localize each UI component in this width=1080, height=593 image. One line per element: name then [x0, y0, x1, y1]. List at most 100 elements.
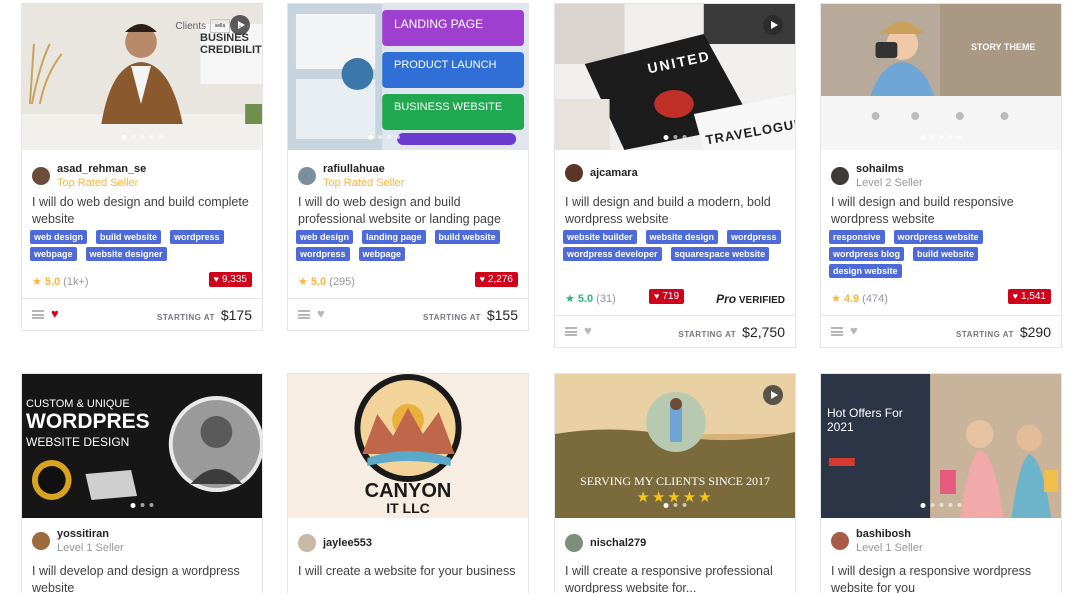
seller-name[interactable]: rafiullahuae	[323, 162, 404, 176]
menu-icon[interactable]	[831, 327, 843, 336]
gig-title[interactable]: I will develop and design a wordpress we…	[32, 563, 252, 593]
gig-thumbnail[interactable]: SERVING MY CLIENTS SINCE 2017 ★★★★★	[555, 374, 795, 518]
seller-name[interactable]: bashibosh	[856, 527, 923, 541]
gig-thumbnail[interactable]: UNITED TRAVELOGUE	[555, 4, 795, 150]
gig-title[interactable]: I will create a website for your busines…	[298, 563, 518, 580]
tag[interactable]: website designer	[85, 247, 167, 261]
avatar[interactable]	[565, 164, 583, 182]
seller-info[interactable]: asad_rehman_se Top Rated Seller	[32, 162, 146, 190]
gig-title[interactable]: I will create a responsive professional …	[565, 563, 785, 593]
play-icon[interactable]	[763, 385, 783, 405]
gig-thumbnail[interactable]: CANYON IT LLC	[288, 374, 528, 518]
starting-price[interactable]: STARTING AT $175	[157, 307, 252, 323]
menu-icon[interactable]	[565, 327, 577, 336]
carousel-dots[interactable]	[368, 135, 400, 140]
card-footer: ♥ STARTING AT $175	[22, 298, 262, 330]
client-logo[interactable]: sella	[210, 19, 230, 33]
avatar[interactable]	[32, 532, 50, 550]
tag[interactable]: build website	[434, 230, 500, 244]
seller-name[interactable]: asad_rehman_se	[57, 162, 146, 176]
rating: ★ 5.0 (31)	[565, 292, 616, 306]
avatar[interactable]	[831, 167, 849, 185]
tag[interactable]: build website	[96, 230, 162, 244]
seller-info[interactable]: yossitiran Level 1 Seller	[32, 527, 124, 555]
seller-info[interactable]: ajcamara	[565, 164, 638, 182]
gig-card[interactable]: BUSINES CREDIBILIT asad_rehman_se Top Ra…	[21, 3, 263, 331]
gig-card[interactable]: SERVING MY CLIENTS SINCE 2017 ★★★★★ nisc…	[554, 373, 796, 593]
carousel-dots[interactable]	[920, 503, 962, 508]
tag[interactable]: squarespace website	[670, 247, 770, 261]
avatar[interactable]	[298, 534, 316, 552]
seller-info[interactable]: sohailms Level 2 Seller	[831, 162, 923, 190]
tag[interactable]: wordpress	[296, 247, 350, 261]
gig-card[interactable]: UNITED TRAVELOGUE ajcamara I will design…	[554, 3, 796, 348]
seller-name[interactable]: yossitiran	[57, 527, 124, 541]
gig-title[interactable]: I will design a responsive wordpress web…	[831, 563, 1051, 593]
tag[interactable]: wordpress	[170, 230, 224, 244]
gig-thumbnail[interactable]: CUSTOM & UNIQUE WORDPRES WEBSITE DESIGN	[22, 374, 262, 518]
likes-badge[interactable]: 2,276	[474, 272, 518, 287]
tag[interactable]: website design	[645, 230, 719, 244]
gig-title[interactable]: I will do web design and build professio…	[298, 194, 518, 228]
seller-info[interactable]: jaylee553	[298, 534, 372, 552]
tag[interactable]: design website	[829, 264, 902, 278]
tag[interactable]: wordpress website	[893, 230, 983, 244]
gig-title[interactable]: I will design and build a modern, bold w…	[565, 194, 785, 228]
likes-badge[interactable]: 1,541	[1007, 289, 1051, 304]
heart-icon[interactable]: ♥	[51, 306, 59, 322]
gig-thumbnail[interactable]: LANDING PAGE PRODUCT LAUNCH BUSINESS WEB…	[288, 4, 528, 150]
clients-section[interactable]: Clients sella ⋯	[175, 19, 250, 33]
gig-card[interactable]: STORY THEME sohailms Level 2 Seller I wi…	[820, 3, 1062, 348]
seller-level: Level 1 Seller	[57, 542, 124, 554]
tag[interactable]: wordpress	[727, 230, 781, 244]
seller-info[interactable]: bashibosh Level 1 Seller	[831, 527, 923, 555]
heart-icon[interactable]: ♥	[317, 306, 325, 322]
tag[interactable]: web design	[296, 230, 354, 244]
carousel-dots[interactable]	[663, 503, 687, 508]
seller-name[interactable]: nischal279	[590, 536, 646, 550]
more-icon[interactable]: ⋯	[238, 19, 250, 33]
review-count: (31)	[596, 292, 616, 305]
tag[interactable]: build website	[913, 247, 979, 261]
tag[interactable]: responsive	[829, 230, 885, 244]
tag[interactable]: landing page	[362, 230, 426, 244]
tag[interactable]: webpage	[30, 247, 77, 261]
carousel-dots[interactable]	[663, 135, 687, 140]
likes-badge[interactable]: 719	[649, 289, 685, 304]
likes-badge[interactable]: 9,335	[208, 272, 252, 287]
heart-icon[interactable]: ♥	[850, 323, 858, 339]
gig-card[interactable]: CANYON IT LLC jaylee553 I will create a …	[287, 373, 529, 593]
tag[interactable]: web design	[30, 230, 88, 244]
starting-price[interactable]: STARTING AT $155	[423, 307, 518, 323]
gig-card[interactable]: LANDING PAGE PRODUCT LAUNCH BUSINESS WEB…	[287, 3, 529, 331]
menu-icon[interactable]	[298, 310, 310, 319]
avatar[interactable]	[32, 167, 50, 185]
gig-card[interactable]: Hot Offers For 2021 bashibosh Level 1 Se…	[820, 373, 1062, 593]
gig-title[interactable]: I will do web design and build complete …	[32, 194, 252, 228]
tag[interactable]: website builder	[563, 230, 637, 244]
gig-thumbnail[interactable]: STORY THEME	[821, 4, 1061, 150]
starting-price[interactable]: STARTING AT $2,750	[678, 324, 785, 340]
seller-info[interactable]: rafiullahuae Top Rated Seller	[298, 162, 404, 190]
avatar[interactable]	[831, 532, 849, 550]
tag[interactable]: wordpress blog	[829, 247, 905, 261]
heart-icon[interactable]: ♥	[584, 323, 592, 339]
gig-title[interactable]: I will design and build responsive wordp…	[831, 194, 1051, 228]
play-icon[interactable]	[763, 15, 783, 35]
gig-card[interactable]: CUSTOM & UNIQUE WORDPRES WEBSITE DESIGN …	[21, 373, 263, 593]
avatar[interactable]	[565, 534, 583, 552]
avatar[interactable]	[298, 167, 316, 185]
star-icon: ★	[565, 293, 575, 305]
gig-thumbnail[interactable]: Hot Offers For 2021	[821, 374, 1061, 518]
menu-icon[interactable]	[32, 310, 44, 319]
carousel-dots[interactable]	[130, 503, 154, 508]
tag[interactable]: wordpress developer	[563, 247, 662, 261]
seller-name[interactable]: ajcamara	[590, 166, 638, 180]
seller-info[interactable]: nischal279	[565, 534, 646, 552]
seller-name[interactable]: sohailms	[856, 162, 923, 176]
carousel-dots[interactable]	[920, 135, 962, 140]
tag[interactable]: webpage	[358, 247, 406, 261]
starting-price[interactable]: STARTING AT $290	[956, 324, 1051, 340]
carousel-dots[interactable]	[121, 135, 163, 140]
seller-name[interactable]: jaylee553	[323, 536, 372, 550]
